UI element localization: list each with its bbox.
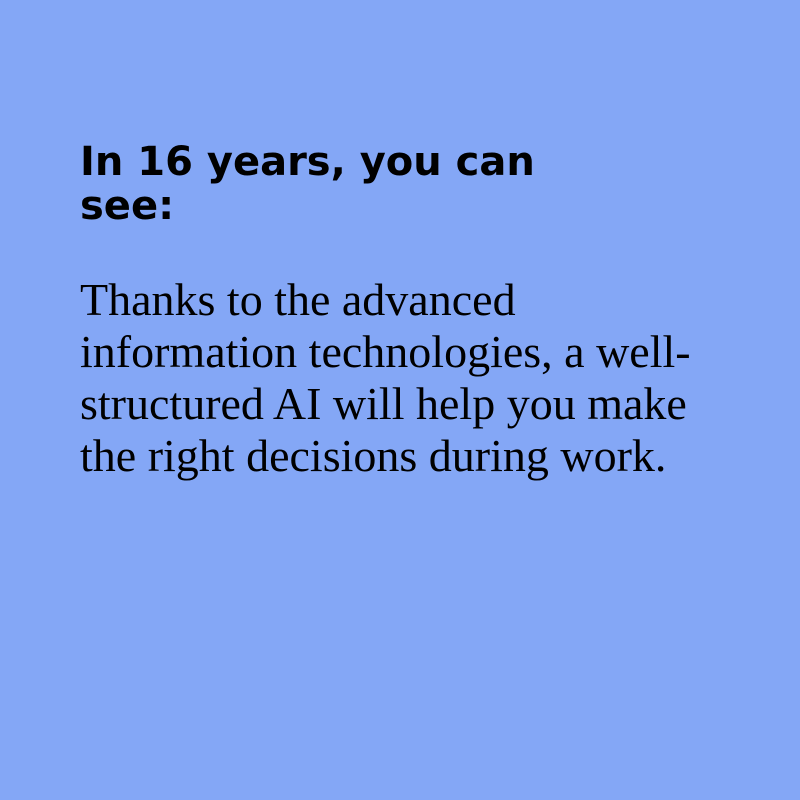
content-card: In 16 years, you can see: Thanks to the … xyxy=(0,0,800,800)
body-text: Thanks to the advanced information techn… xyxy=(80,274,691,481)
heading: In 16 years, you can see: xyxy=(80,139,535,229)
